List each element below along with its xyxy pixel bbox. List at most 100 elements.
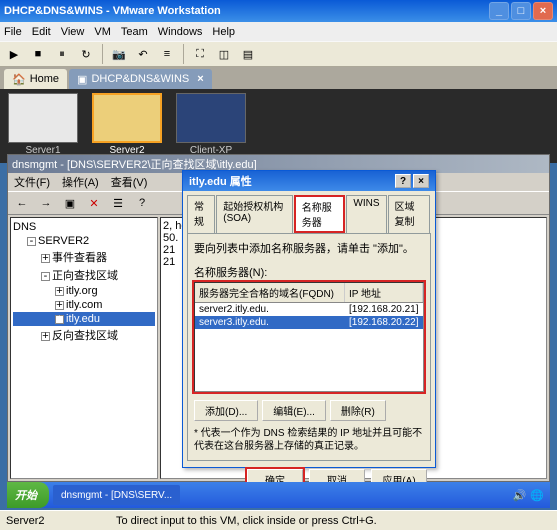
thumbnail-preview [92,93,162,143]
table-row[interactable]: server2.itly.edu. [192.168.20.21] [195,303,423,316]
thumb-server1[interactable]: Server1 [4,93,82,159]
tree-zone-itly-com[interactable]: +itly.com [13,298,155,312]
help-icon[interactable]: ? [132,193,152,213]
close-button[interactable]: × [533,2,553,20]
thumb-server2[interactable]: Server2 [88,93,166,159]
tab-label: DHCP&DNS&WINS [91,73,189,85]
table-header: 服务器完全合格的域名(FQDN) IP 地址 [195,283,423,303]
tree-zone-itly-edu[interactable]: +itly.edu [13,312,155,326]
system-tray: 🔊 🌐 [180,489,550,502]
expand-icon[interactable]: + [55,301,64,310]
tab-close-icon[interactable]: × [197,73,203,85]
menu-team[interactable]: Team [121,26,148,38]
power-off-icon[interactable]: ■ [28,44,48,64]
menu-file[interactable]: 文件(F) [14,174,50,190]
snapshot-icon[interactable]: 📷 [109,44,129,64]
status-text: To direct input to this VM, click inside… [116,515,377,527]
thumb-clientxp[interactable]: Client-XP [172,93,250,159]
dialog-tabs: 常规 起始授权机构(SOA) 名称服务器 WINS 区域复制 [187,195,431,233]
remove-button[interactable]: 删除(R) [330,400,386,421]
table-row[interactable]: server3.itly.edu. [192.168.20.22] [195,316,423,329]
tree-zone-itly-org[interactable]: +itly.org [13,284,155,298]
vmware-toolbar: ▶ ■ ⏸ ↻ 📷 ↶ ≡ ⛶ ◫ ▤ [0,41,557,67]
properties-dialog: itly.edu 属性 ? × 常规 起始授权机构(SOA) 名称服务器 WIN… [182,170,436,468]
expand-icon[interactable]: + [41,332,50,341]
home-icon: 🏠 [12,73,26,86]
vmware-statusbar: Server2 To direct input to this VM, clic… [0,510,557,530]
menu-help[interactable]: Help [212,26,235,38]
collapse-icon[interactable]: - [27,237,36,246]
button-row: 添加(D)... 编辑(E)... 删除(R) [194,400,424,421]
tree-dns-root[interactable]: DNS [13,220,155,234]
unity-icon[interactable]: ◫ [214,44,234,64]
fullscreen-icon[interactable]: ⛶ [190,44,210,64]
up-icon[interactable]: ▣ [60,193,80,213]
add-button[interactable]: 添加(D)... [194,400,258,421]
minimize-button[interactable]: _ [489,2,509,20]
dns-tree: DNS -SERVER2 +事件查看器 -正向查找区域 +itly.org +i… [10,217,158,479]
tab-home[interactable]: 🏠 Home [4,69,67,89]
dialog-title: itly.edu 属性 [189,173,393,189]
col-ip[interactable]: IP 地址 [345,283,423,302]
tab-name-servers[interactable]: 名称服务器 [294,195,346,233]
tab-general[interactable]: 常规 [187,195,215,233]
team-icon: ▣ [77,73,87,86]
collapse-icon[interactable]: - [41,272,50,281]
start-button[interactable]: 开始 [7,482,49,508]
cell-ip: [192.168.20.22] [345,316,423,329]
properties-icon[interactable]: ☰ [108,193,128,213]
windows-taskbar: 开始 dnsmgmt - [DNS\SERV... 🔊 🌐 [7,482,550,508]
thumbnail-preview [8,93,78,143]
help-button[interactable]: ? [395,174,411,188]
cell-fqdn: server3.itly.edu. [195,316,345,329]
note-text: * 代表一个作为 DNS 检索结果的 IP 地址并且可能不代表在这台服务器上存储… [194,427,424,453]
tray-icon[interactable]: 🌐 [530,489,544,502]
menu-view[interactable]: 查看(V) [111,174,148,190]
dialog-panel: 要向列表中添加名称服务器，请单击 "添加"。 名称服务器(N): 服务器完全合格… [187,233,431,461]
manage-icon[interactable]: ≡ [157,44,177,64]
tree-fwdzone[interactable]: -正向查找区域 [13,266,155,284]
server-label: Server2 [6,515,116,527]
taskbar-item-dnsmgmt[interactable]: dnsmgmt - [DNS\SERV... [53,485,180,505]
vmware-title: DHCP&DNS&WINS - VMware Workstation [4,5,487,17]
tray-icon[interactable]: 🔊 [513,489,527,502]
tab-soa[interactable]: 起始授权机构(SOA) [216,195,293,233]
back-icon[interactable]: ← [12,193,32,213]
tree-revzone[interactable]: +反向查找区域 [13,326,155,344]
tab-wins[interactable]: WINS [346,195,386,233]
tree-eventviewer[interactable]: +事件查看器 [13,248,155,266]
menu-view[interactable]: View [61,26,85,38]
reset-icon[interactable]: ↻ [76,44,96,64]
vmware-menubar: File Edit View VM Team Windows Help [0,22,557,41]
col-fqdn[interactable]: 服务器完全合格的域名(FQDN) [195,283,345,302]
maximize-button[interactable]: □ [511,2,531,20]
menu-windows[interactable]: Windows [158,26,203,38]
menu-edit[interactable]: Edit [32,26,51,38]
power-on-icon[interactable]: ▶ [4,44,24,64]
menu-action[interactable]: 操作(A) [62,174,99,190]
forward-icon[interactable]: → [36,193,56,213]
cell-fqdn: server2.itly.edu. [195,303,345,316]
vm-thumbnails: Server1 Server2 Client-XP [0,89,557,163]
suspend-icon[interactable]: ⏸ [52,44,72,64]
name-server-table: 服务器完全合格的域名(FQDN) IP 地址 server2.itly.edu.… [194,282,424,392]
tab-zone-transfer[interactable]: 区域复制 [388,195,431,233]
expand-icon[interactable]: + [41,254,50,263]
tab-label: Home [30,73,59,85]
revert-icon[interactable]: ↶ [133,44,153,64]
menu-vm[interactable]: VM [94,26,111,38]
dialog-titlebar: itly.edu 属性 ? × [183,171,435,191]
vmware-tabbar: 🏠 Home ▣ DHCP&DNS&WINS × [0,67,557,89]
sidebar-icon[interactable]: ▤ [238,44,258,64]
instruction-text: 要向列表中添加名称服务器，请单击 "添加"。 [194,240,424,256]
close-button[interactable]: × [413,174,429,188]
tab-dhcpdnswins[interactable]: ▣ DHCP&DNS&WINS × [69,69,212,89]
delete-icon[interactable]: ✕ [84,193,104,213]
expand-icon[interactable]: + [55,287,64,296]
edit-button[interactable]: 编辑(E)... [262,400,326,421]
menu-file[interactable]: File [4,26,22,38]
expand-icon[interactable]: + [55,315,64,324]
tree-server[interactable]: -SERVER2 [13,234,155,248]
vmware-titlebar: DHCP&DNS&WINS - VMware Workstation _ □ × [0,0,557,22]
cell-ip: [192.168.20.21] [345,303,423,316]
